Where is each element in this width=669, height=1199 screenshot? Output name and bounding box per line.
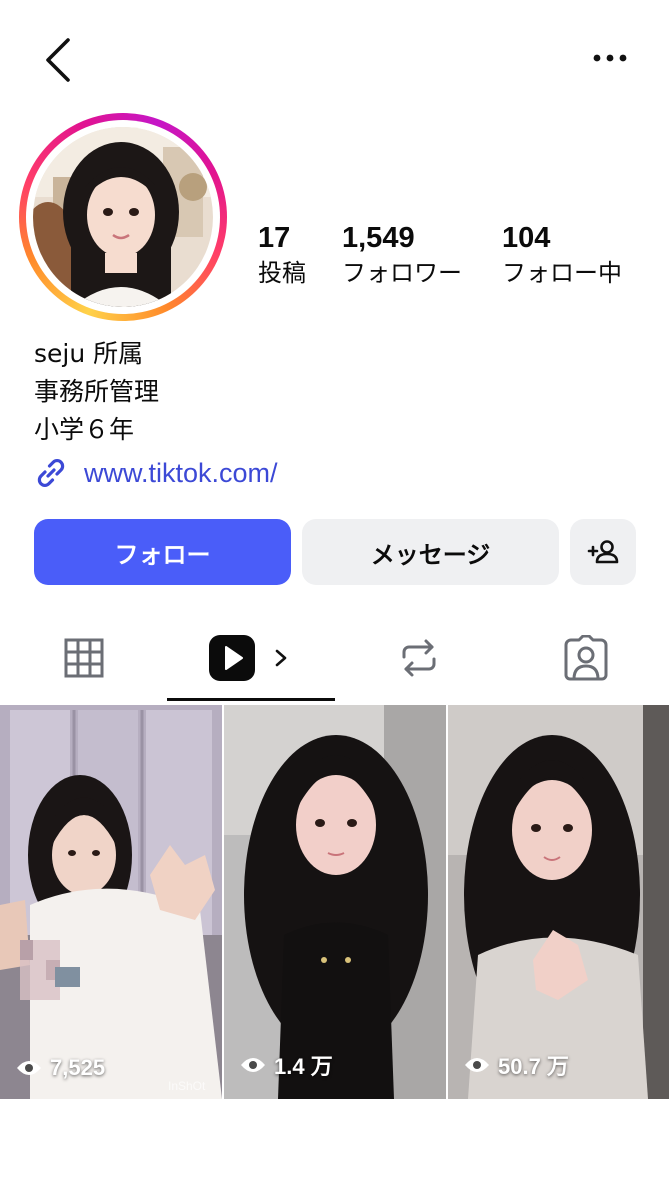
bio-line: 事務所管理 <box>34 377 160 406</box>
tab-reposts[interactable] <box>335 612 502 704</box>
add-user-button[interactable] <box>570 519 636 585</box>
follow-button[interactable]: フォロー <box>34 519 291 585</box>
stat-label: フォロワー <box>342 259 462 287</box>
stat-value: 104 <box>502 222 551 254</box>
more-options-button[interactable] <box>590 46 634 70</box>
view-count: 1.4 万 <box>240 1049 333 1081</box>
more-dots-icon <box>593 54 627 62</box>
tab-posts-grid[interactable] <box>0 612 167 704</box>
stat-posts[interactable]: 17 投稿 <box>258 222 306 288</box>
video-thumbnail-image <box>224 705 446 1099</box>
bio-line: seju 所属 <box>34 339 144 368</box>
chevron-right-icon <box>275 649 287 667</box>
eye-icon <box>465 1058 489 1072</box>
add-user-icon <box>587 540 619 564</box>
tab-tagged[interactable] <box>502 612 669 704</box>
stat-label: 投稿 <box>258 259 306 287</box>
grid-icon <box>64 638 103 678</box>
stat-value: 1,549 <box>342 222 415 254</box>
video-thumbnail-image <box>448 705 669 1099</box>
repost-icon <box>402 639 435 677</box>
view-count-value: 7,525 <box>50 1055 106 1080</box>
avatar-story-ring[interactable] <box>19 113 227 321</box>
profile-link[interactable]: www.tiktok.com/ <box>34 455 278 491</box>
view-count-value: 50.7 万 <box>498 1054 569 1079</box>
avatar-photo <box>33 127 213 307</box>
profile-tabs <box>0 612 669 704</box>
view-count: 50.7 万 <box>464 1049 569 1081</box>
profile-bio: seju 所属 事務所管理 小学６年 <box>34 335 159 449</box>
stat-following[interactable]: 104 フォロー中 <box>502 222 622 288</box>
stat-value: 17 <box>258 222 291 254</box>
avatar <box>33 127 213 307</box>
back-arrow-icon <box>46 38 70 82</box>
message-button[interactable]: メッセージ <box>302 519 559 585</box>
video-thumbnail[interactable]: InShOt 7,525 <box>0 705 222 1099</box>
view-count-value: 1.4 万 <box>274 1054 333 1079</box>
stat-followers[interactable]: 1,549 フォロワー <box>342 222 462 288</box>
video-thumbnail[interactable]: 50.7 万 <box>448 705 669 1099</box>
bio-line: 小学６年 <box>34 415 135 444</box>
tagged-user-icon <box>564 635 607 681</box>
video-thumbnail-image: InShOt <box>0 705 222 1099</box>
eye-icon <box>17 1061 41 1075</box>
eye-icon <box>241 1058 265 1072</box>
view-count: 7,525 <box>16 1055 105 1081</box>
video-grid: InShOt 7,525 1.4 万 50.7 万 <box>0 705 669 1099</box>
link-text: www.tiktok.com/ <box>84 458 278 488</box>
video-thumbnail[interactable]: 1.4 万 <box>224 705 446 1099</box>
reels-icon <box>209 635 255 681</box>
video-watermark: InShOt <box>168 1079 206 1093</box>
stat-label: フォロー中 <box>502 259 622 287</box>
back-button[interactable] <box>38 34 82 86</box>
top-bar <box>0 0 669 110</box>
link-icon <box>37 459 65 487</box>
tab-reels[interactable] <box>167 612 335 704</box>
active-tab-indicator <box>167 698 335 701</box>
